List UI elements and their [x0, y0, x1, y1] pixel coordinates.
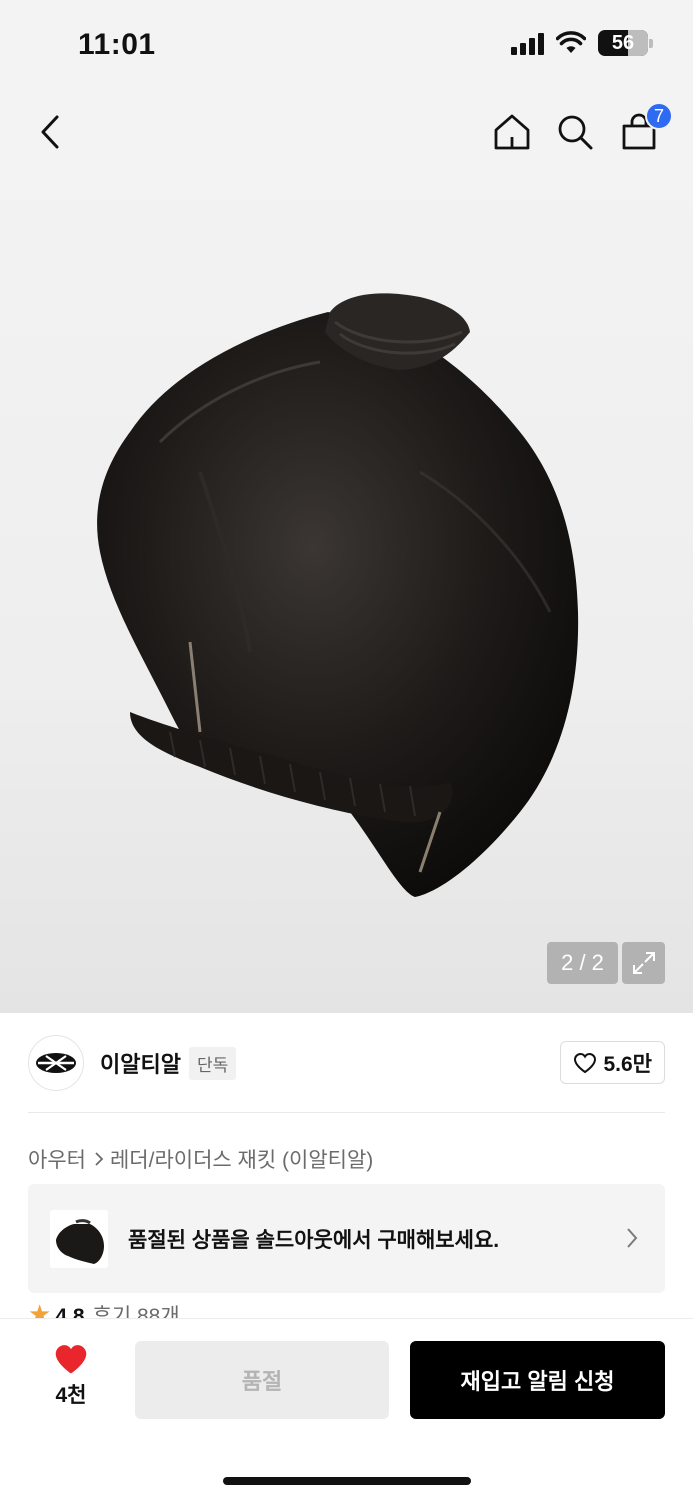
home-icon — [494, 114, 530, 150]
soldout-banner-text: 품절된 상품을 솔드아웃에서 구매해보세요. — [128, 1228, 500, 1252]
brand-like-button[interactable]: 5.6만 — [560, 1041, 665, 1084]
chevron-right-icon — [627, 1228, 638, 1248]
wishlist-count: 4천 — [55, 1384, 87, 1407]
brand-row: 이알티알 단독 5.6만 — [28, 1034, 665, 1092]
brand-like-count: 5.6만 — [603, 1052, 652, 1076]
brand-name[interactable]: 이알티알 — [100, 1047, 181, 1079]
rating-row[interactable]: ★ 4.8 후기 88개 — [28, 1303, 180, 1319]
battery-level: 56 — [611, 31, 635, 54]
brand-logo[interactable] — [28, 1035, 84, 1091]
soldout-product-thumbnail — [50, 1209, 108, 1268]
breadcrumb-subcategory[interactable]: 레더/라이더스 재킷 (이알티알) — [110, 1144, 373, 1174]
product-image-gallery[interactable]: 2 / 2 — [0, 172, 693, 1013]
expand-image-button[interactable] — [622, 942, 665, 984]
rating-score: 4.8 — [55, 1305, 85, 1319]
cart-count-badge: 7 — [645, 102, 673, 130]
heart-outline-icon — [574, 1052, 597, 1073]
back-button[interactable] — [24, 106, 76, 158]
star-icon: ★ — [28, 1303, 52, 1319]
battery-icon: 56 — [598, 30, 648, 56]
exclusive-badge: 단독 — [188, 1046, 237, 1080]
search-button[interactable] — [549, 106, 601, 158]
heart-filled-icon — [55, 1345, 87, 1374]
breadcrumb-category[interactable]: 아우터 — [28, 1144, 86, 1174]
cellular-signal-icon — [511, 31, 544, 55]
soldout-promo-banner[interactable]: 품절된 상품을 솔드아웃에서 구매해보세요. — [28, 1184, 665, 1293]
bottom-action-bar: 4천 품절 재입고 알림 신청 — [0, 1318, 693, 1500]
status-time: 11:01 — [78, 28, 156, 61]
search-icon — [558, 115, 593, 150]
expand-icon — [632, 952, 655, 974]
chevron-left-icon — [41, 115, 59, 149]
home-button[interactable] — [486, 106, 538, 158]
brand-logo-mark — [36, 1053, 76, 1073]
image-page-indicator: 2 / 2 — [547, 942, 618, 984]
home-indicator — [223, 1477, 471, 1485]
status-bar: 11:01 56 — [0, 0, 693, 92]
wifi-icon — [556, 31, 586, 53]
chevron-right-icon — [94, 1151, 104, 1167]
divider — [28, 1112, 665, 1113]
status-icons: 56 — [511, 30, 653, 56]
cart-button[interactable]: 7 — [613, 102, 673, 158]
soldout-button: 품절 — [135, 1341, 389, 1419]
product-image — [97, 293, 579, 897]
review-count: 후기 88개 — [92, 1305, 180, 1319]
restock-alert-button[interactable]: 재입고 알림 신청 — [410, 1341, 665, 1419]
breadcrumb: 아우터 레더/라이더스 재킷 (이알티알) — [28, 1144, 373, 1174]
top-nav: 7 — [0, 92, 693, 172]
wishlist-button[interactable]: 4천 — [40, 1343, 102, 1409]
